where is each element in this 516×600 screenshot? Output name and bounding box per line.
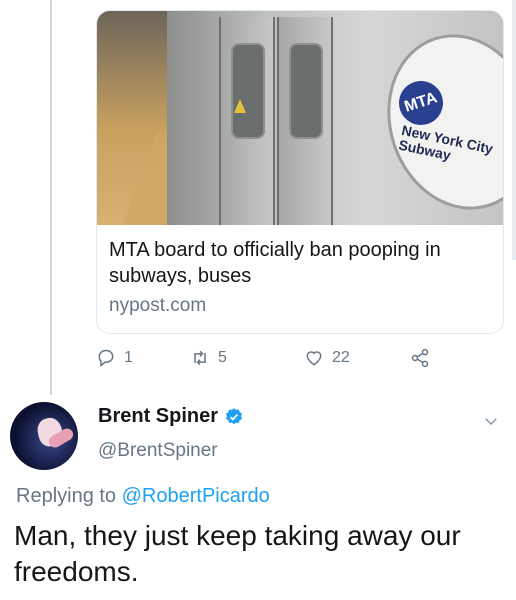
door-window [231,43,265,139]
tweet-text: Man, they just keep taking away our free… [14,520,461,587]
share-icon [411,348,429,368]
reply-mention-link[interactable]: @RobertPicardo [122,485,270,507]
heart-icon [306,351,322,366]
author-name[interactable]: Brent Spiner [98,405,218,428]
replying-prefix: Replying to [16,485,117,507]
tweet-actions: 1 5 22 [96,344,456,372]
train-door [277,17,333,225]
replying-to: Replying to @RobertPicardo [16,485,270,508]
reply-icon [98,349,114,368]
author-handle[interactable]: @BrentSpiner [98,440,218,462]
retweet-button[interactable]: 5 [190,344,227,372]
right-edge-divider [512,0,516,260]
like-count: 22 [332,349,350,366]
retweet-count: 5 [218,349,227,366]
author-name-row[interactable]: Brent Spiner [98,405,244,428]
avatar[interactable] [10,402,78,470]
door-window [289,43,323,139]
train-image: MTA New York City Subway [167,11,503,225]
card-image: MTA New York City Subway [97,11,503,225]
share-button[interactable] [410,344,438,372]
chevron-down-icon[interactable] [482,412,500,430]
thread-line [50,0,52,395]
train-door [219,17,275,225]
card-title[interactable]: MTA board to officially ban pooping in s… [109,237,491,289]
reply-button[interactable]: 1 [96,344,133,372]
card-domain: nypost.com [109,295,207,316]
like-button[interactable]: 22 [304,344,350,372]
verified-badge-icon [225,407,243,424]
reply-count: 1 [124,349,133,366]
retweet-icon [194,350,206,366]
card-body: MTA board to officially ban pooping in s… [97,225,503,317]
link-preview-card[interactable]: MTA New York City Subway MTA board to of… [96,10,504,334]
